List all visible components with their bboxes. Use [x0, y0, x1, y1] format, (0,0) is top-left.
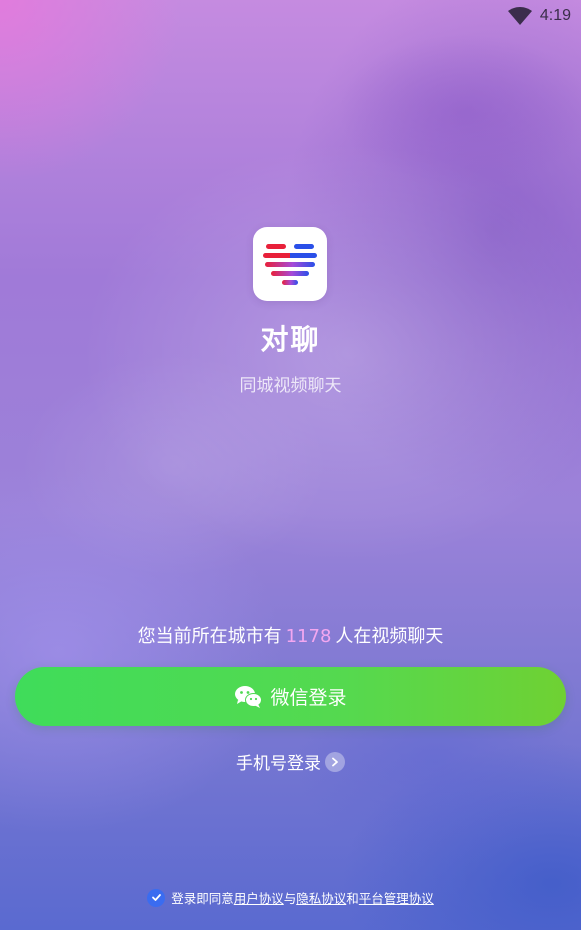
- agreement-checkbox-icon[interactable]: [147, 888, 166, 907]
- heart-stripes-logo-icon: [263, 244, 317, 285]
- status-bar: 4:19: [507, 0, 581, 32]
- agreement-conj-1: 与: [283, 891, 297, 906]
- agreement-text: 登录即同意用户协议与隐私协议和平台管理协议: [171, 888, 434, 907]
- privacy-agreement-link[interactable]: 隐私协议: [296, 891, 346, 906]
- platform-agreement-link[interactable]: 平台管理协议: [359, 891, 434, 906]
- status-time: 4:19: [539, 7, 571, 24]
- background-image: [0, 0, 581, 930]
- agreement-row: 登录即同意用户协议与隐私协议和平台管理协议: [0, 888, 581, 907]
- app-name: 对聊: [260, 323, 321, 356]
- phone-login-link[interactable]: 手机号登录: [0, 749, 581, 774]
- agreement-prefix: 登录即同意: [171, 891, 234, 906]
- wechat-login-label: 微信登录: [270, 687, 347, 709]
- phone-login-label: 手机号登录: [236, 754, 321, 774]
- app-slogan: 同城视频聊天: [239, 376, 342, 396]
- city-online-info: 您当前所在城市有 1178 人在视频聊天: [0, 622, 581, 648]
- online-count: 1178: [285, 626, 332, 647]
- user-agreement-link[interactable]: 用户协议: [234, 891, 284, 906]
- wechat-login-button[interactable]: 微信登录: [15, 667, 566, 726]
- city-info-suffix: 人在视频聊天: [335, 626, 444, 647]
- city-info-prefix: 您当前所在城市有: [137, 626, 282, 647]
- wechat-icon: [235, 685, 263, 708]
- agreement-conj-2: 和: [346, 891, 359, 906]
- login-screen: 4:19 对聊 同城视频聊天 您当前所在城市有 1178 人在视频聊天 微信登录…: [0, 0, 581, 930]
- chevron-right-icon: [325, 751, 345, 772]
- wifi-icon: [507, 7, 532, 25]
- app-logo: [253, 227, 327, 301]
